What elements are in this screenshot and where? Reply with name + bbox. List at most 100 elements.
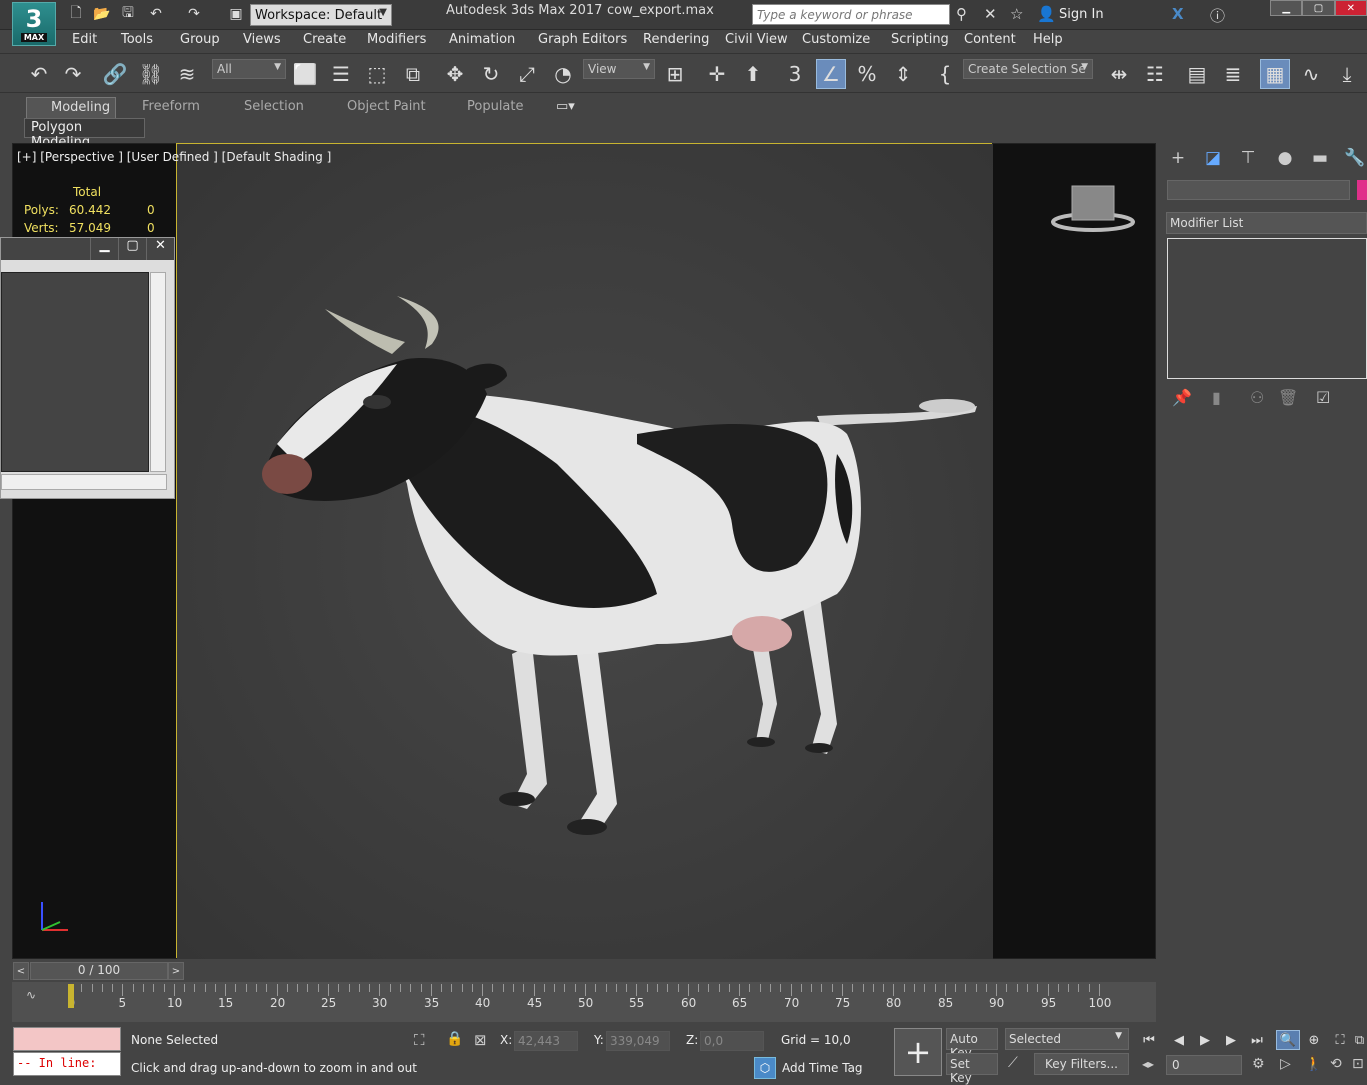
move-icon[interactable]: ✥ — [440, 59, 470, 89]
motion-tab-icon[interactable]: ● — [1270, 146, 1300, 170]
time-configuration-icon[interactable]: ⚙ — [1252, 1056, 1265, 1072]
orbit-icon[interactable]: ⟲ — [1330, 1056, 1342, 1072]
link-icon[interactable]: 🔗 — [100, 59, 130, 89]
percent-snap-icon[interactable]: % — [852, 59, 882, 89]
scale-icon[interactable]: ⤢ — [512, 59, 542, 89]
mini-curve-editor-icon[interactable]: ∿ — [26, 988, 36, 1002]
modifier-stack[interactable] — [1167, 238, 1367, 379]
perspective-viewport[interactable] — [176, 143, 993, 959]
save-icon[interactable]: 🖫 — [118, 5, 138, 23]
field-of-view-icon[interactable]: ▷ — [1280, 1056, 1291, 1072]
time-slider[interactable]: 0 / 100 — [30, 962, 168, 980]
key-selection-dropdown[interactable]: Selected ▼ — [1005, 1028, 1129, 1050]
time-slider-left-arrow[interactable]: < — [13, 962, 29, 980]
x-coordinate-input[interactable]: 42,443 — [514, 1031, 578, 1051]
menu-create[interactable]: Create — [303, 32, 346, 47]
polygon-modeling-panel[interactable]: Polygon Modeling — [24, 118, 145, 150]
sign-in-button[interactable]: Sign In — [1059, 7, 1104, 22]
key-filters-button[interactable]: Key Filters... — [1034, 1053, 1129, 1075]
maxscript-listener-input[interactable] — [13, 1027, 121, 1051]
zoom-all-icon[interactable]: ⊕ — [1302, 1030, 1326, 1050]
previous-frame-icon[interactable]: ◀ — [1167, 1030, 1191, 1050]
current-frame-marker[interactable] — [68, 984, 74, 1008]
play-icon[interactable]: ▶ — [1193, 1030, 1217, 1050]
tab-populate[interactable]: Populate — [467, 99, 524, 114]
unlink-icon[interactable]: ⛓ — [136, 59, 166, 89]
placement-icon[interactable]: ◔ — [548, 59, 578, 89]
menu-customize[interactable]: Customize — [802, 32, 870, 47]
window-crossing-icon[interactable]: ⧉ — [398, 59, 428, 89]
display-tab-icon[interactable]: ▬ — [1305, 146, 1335, 170]
spinner-snap-icon[interactable]: ⇕ — [888, 59, 918, 89]
viewport-label-menu[interactable]: [+] [Perspective ] [User Defined ] [Defa… — [17, 150, 331, 164]
menu-tools[interactable]: Tools — [121, 32, 153, 47]
time-slider-right-arrow[interactable]: > — [168, 962, 184, 980]
object-name-input[interactable] — [1167, 180, 1350, 200]
schematic-view-icon[interactable]: ⤓ — [1332, 59, 1362, 89]
tab-selection[interactable]: Selection — [244, 99, 304, 114]
modify-tab-icon[interactable]: ◪ — [1198, 146, 1228, 170]
help-icon[interactable]: ⓘ — [1210, 5, 1225, 26]
close-icon[interactable]: ✕ — [146, 238, 174, 260]
z-coordinate-input[interactable]: 0,0 — [700, 1031, 764, 1051]
y-coordinate-input[interactable]: 339,049 — [606, 1031, 670, 1051]
vertical-scrollbar[interactable] — [150, 272, 166, 472]
create-tab-plus-icon[interactable]: + — [1163, 146, 1193, 170]
utilities-tab-wrench-icon[interactable]: 🔧 — [1340, 146, 1367, 170]
dialog-titlebar[interactable]: ▁ ▢ ✕ — [1, 238, 174, 260]
communication-center-icon[interactable]: ✕ — [984, 5, 997, 23]
undo-icon[interactable]: ↶ — [24, 59, 54, 89]
maximize-viewport-icon[interactable]: ⊡ — [1352, 1056, 1364, 1072]
set-key-button[interactable]: Set Key — [946, 1053, 998, 1085]
snaps-toggle-icon[interactable]: 3 — [780, 59, 810, 89]
binoculars-icon[interactable]: ⚲ — [956, 5, 967, 23]
workspace-dropdown[interactable]: Workspace: Default ▼ — [250, 4, 392, 26]
menu-group[interactable]: Group — [180, 32, 220, 47]
configure-modifier-sets-icon[interactable]: ☑ — [1316, 388, 1330, 407]
select-manipulate-icon[interactable]: ✛ — [702, 59, 732, 89]
cow-model[interactable] — [177, 144, 993, 959]
set-key-mode-icon[interactable]: + — [894, 1028, 942, 1076]
current-frame-input[interactable]: 0 — [1166, 1055, 1242, 1075]
floating-dialog[interactable]: ▁ ▢ ✕ — [0, 237, 175, 499]
ribbon-options-icon[interactable]: ▭▾ — [556, 99, 575, 114]
menu-animation[interactable]: Animation — [449, 32, 515, 47]
redo-icon[interactable]: ↷ — [184, 5, 204, 23]
maxscript-output[interactable]: -- In line: — [13, 1052, 121, 1076]
horizontal-scrollbar[interactable] — [1, 474, 167, 490]
show-end-result-icon[interactable]: ▮ — [1212, 388, 1221, 407]
object-color-swatch[interactable] — [1357, 180, 1367, 200]
menu-civil-view[interactable]: Civil View — [725, 32, 788, 47]
bind-space-warp-icon[interactable]: ≋ — [172, 59, 202, 89]
scene-explorer-icon[interactable]: ▤ — [1182, 59, 1212, 89]
select-by-name-icon[interactable]: ☰ — [326, 59, 356, 89]
new-file-icon[interactable]: 🗋 — [66, 5, 86, 23]
keyboard-shortcut-override-icon[interactable]: ⬆ — [738, 59, 768, 89]
pivot-center-icon[interactable]: ⊞ — [660, 59, 690, 89]
project-folder-icon[interactable]: ▣ — [226, 5, 246, 23]
align-icon[interactable]: ☷ — [1140, 59, 1170, 89]
go-to-start-icon[interactable]: ⏮ — [1137, 1030, 1161, 1050]
add-time-tag-button[interactable]: Add Time Tag — [782, 1061, 863, 1075]
curve-editor-icon[interactable]: ∿ — [1296, 59, 1326, 89]
auto-key-button[interactable]: Auto Key — [946, 1028, 998, 1060]
redo-icon[interactable]: ↷ — [58, 59, 88, 89]
time-tag-icon[interactable]: ⬡ — [754, 1057, 776, 1079]
selection-lock-icon[interactable]: 🔒 — [446, 1031, 463, 1047]
absolute-mode-transform-icon[interactable]: ⊠ — [474, 1031, 487, 1049]
zoom-extents-icon[interactable]: ⛶ — [1328, 1030, 1352, 1050]
menu-content[interactable]: Content — [964, 32, 1016, 47]
undo-icon[interactable]: ↶ — [146, 5, 166, 23]
zoom-extents-all-icon[interactable]: ⧉ — [1352, 1030, 1367, 1050]
modifier-list-dropdown[interactable]: Modifier List — [1166, 212, 1367, 234]
hierarchy-tab-icon[interactable]: ⊤ — [1233, 146, 1263, 170]
ribbon-toggle-icon[interactable]: ▦ — [1260, 59, 1290, 89]
walk-through-icon[interactable]: 🚶 — [1305, 1056, 1322, 1072]
layer-manager-icon[interactable]: ≣ — [1218, 59, 1248, 89]
tab-object-paint[interactable]: Object Paint — [347, 99, 426, 114]
pin-stack-icon[interactable]: 📌 — [1172, 388, 1192, 407]
menu-rendering[interactable]: Rendering — [643, 32, 709, 47]
selection-filter-dropdown[interactable]: All ▼ — [212, 59, 286, 79]
app-logo-button[interactable]: 3 MAX — [12, 2, 56, 46]
rectangular-selection-icon[interactable]: ⬚ — [362, 59, 392, 89]
